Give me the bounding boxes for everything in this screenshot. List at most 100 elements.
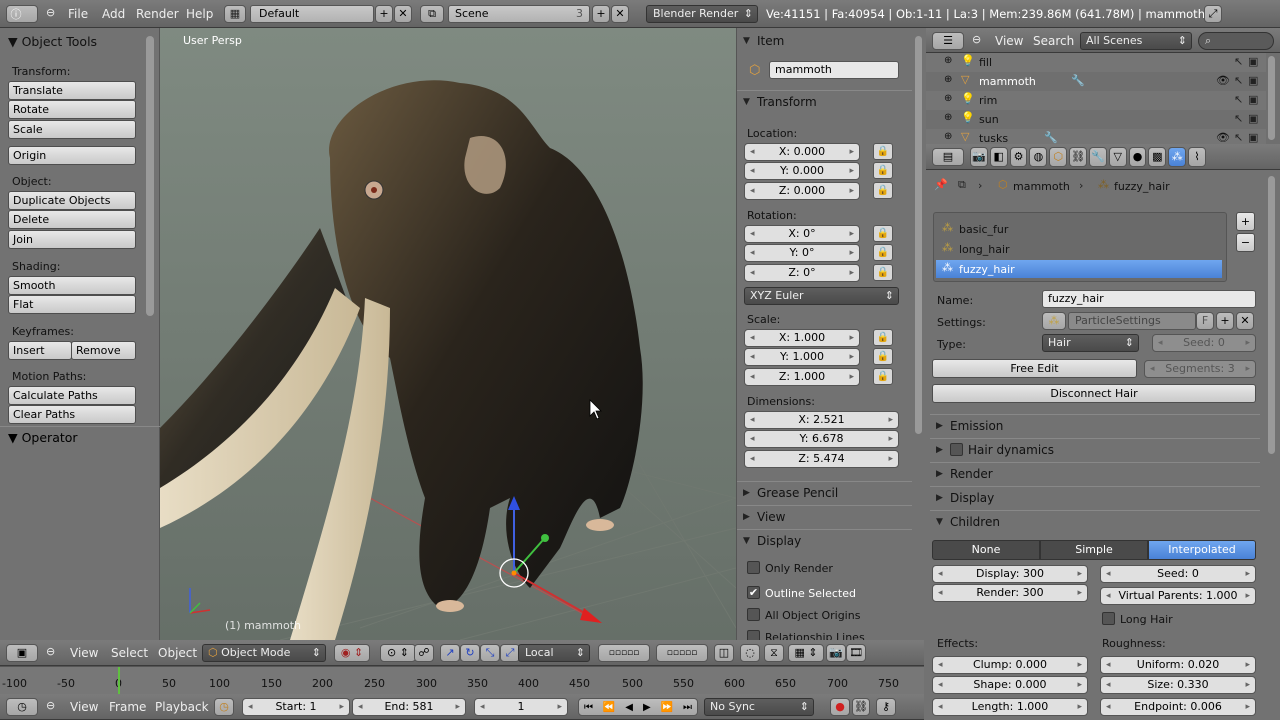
lock-scale-y-icon[interactable]: 🔒 — [873, 348, 893, 365]
editor-type-button[interactable]: ⓘ — [6, 5, 38, 23]
lock-layers-icon[interactable]: ◫ — [714, 644, 734, 662]
view-section-header[interactable]: View — [737, 505, 912, 528]
display-mode-dropdown[interactable]: All Scenes ⇕ — [1080, 32, 1192, 50]
children-none-button[interactable]: None — [932, 540, 1040, 560]
screen-layout-field[interactable]: Default — [250, 5, 374, 23]
origin-button[interactable]: Origin — [8, 146, 136, 165]
visibility-eye-icon[interactable]: 👁 — [1216, 131, 1230, 144]
unlink-settings-button[interactable]: ✕ — [1236, 312, 1254, 330]
select-arrow-icon[interactable]: ↖ — [1234, 74, 1243, 87]
render-camera-icon[interactable]: ▣ — [1248, 55, 1258, 68]
remove-particle-system-button[interactable]: − — [1236, 233, 1255, 252]
n-panel-scrollbar[interactable] — [915, 36, 922, 434]
lock-rotation-x-icon[interactable]: 🔒 — [873, 225, 893, 242]
scene-icon[interactable]: ⧉ — [420, 5, 444, 23]
render-engine-dropdown[interactable]: Blender Render ⇕ — [646, 5, 758, 23]
render-layers-tab-icon[interactable]: ◧ — [989, 147, 1008, 167]
location-y-field[interactable]: Y: 0.000 — [744, 162, 860, 180]
hair-dynamics-section-header[interactable]: Hair dynamics — [930, 438, 1260, 461]
timeline-frame-menu[interactable]: Frame — [109, 700, 146, 714]
rotation-y-field[interactable]: Y: 0° — [744, 244, 860, 262]
world-tab-icon[interactable]: ◍ — [1029, 147, 1048, 167]
size-roughness-field[interactable]: Size: 0.330 — [1100, 676, 1256, 694]
viewport-shading-button[interactable]: ◉ ⇕ — [334, 644, 370, 662]
settings-browse-icon[interactable]: ⁂ — [1042, 312, 1066, 330]
children-interpolated-button[interactable]: Interpolated — [1148, 540, 1256, 560]
translate-manipulator-icon[interactable]: ↗ — [440, 644, 460, 662]
select-arrow-icon[interactable]: ↖ — [1234, 131, 1243, 144]
duplicate-objects-button[interactable]: Duplicate Objects — [8, 191, 136, 210]
children-simple-button[interactable]: Simple — [1040, 540, 1148, 560]
opengl-render-anim-icon[interactable]: 🎞 — [846, 644, 866, 662]
insert-keyframe-icon[interactable]: ⚷ — [876, 698, 896, 716]
dimension-y-field[interactable]: Y: 6.678 — [744, 430, 899, 448]
view3d-view-menu[interactable]: View — [70, 646, 98, 660]
outliner-scrollbar[interactable] — [1268, 56, 1275, 140]
rotation-z-field[interactable]: Z: 0° — [744, 264, 860, 282]
emission-section-header[interactable]: Emission — [930, 414, 1260, 437]
expand-icon[interactable]: ⊕ — [944, 131, 952, 142]
lock-location-z-icon[interactable]: 🔒 — [873, 182, 893, 199]
endpoint-roughness-field[interactable]: Endpoint: 0.006 — [1100, 698, 1256, 716]
scale-y-field[interactable]: Y: 1.000 — [744, 348, 860, 366]
outliner-view-menu[interactable]: View — [995, 34, 1023, 48]
particle-system-item[interactable]: ⁂ basic_fur — [936, 220, 1224, 238]
add-screen-button[interactable]: + — [375, 5, 393, 23]
remove-screen-button[interactable]: ✕ — [394, 5, 412, 23]
flat-button[interactable]: Flat — [8, 295, 136, 314]
select-arrow-icon[interactable]: ↖ — [1234, 112, 1243, 125]
children-seed-field[interactable]: Seed: 0 — [1100, 565, 1256, 583]
current-frame-field[interactable]: 1 — [474, 698, 568, 716]
render-camera-icon[interactable]: ▣ — [1248, 112, 1258, 125]
manipulator-toggle-icon[interactable]: ☍ — [414, 644, 434, 662]
calculate-paths-button[interactable]: Calculate Paths — [8, 386, 136, 405]
menu-help[interactable]: Help — [186, 7, 213, 21]
outline-selected-checkbox[interactable]: ✔ — [747, 586, 760, 599]
lock-scale-x-icon[interactable]: 🔒 — [873, 329, 893, 346]
add-particle-system-button[interactable]: + — [1236, 212, 1255, 231]
virtual-parents-field[interactable]: Virtual Parents: 1.000 — [1100, 587, 1256, 605]
dimension-z-field[interactable]: Z: 5.474 — [744, 450, 899, 468]
expand-icon[interactable]: ⊕ — [944, 55, 952, 66]
seed-field[interactable]: Seed: 0 — [1152, 334, 1256, 352]
outliner-search-field[interactable]: ⌕ — [1198, 32, 1274, 50]
scale-x-field[interactable]: X: 1.000 — [744, 329, 860, 347]
rotate-manipulator-icon[interactable]: ↻ — [460, 644, 480, 662]
outliner-item-name[interactable]: sun — [979, 113, 999, 126]
smooth-button[interactable]: Smooth — [8, 276, 136, 295]
display-section-header[interactable]: Display — [737, 529, 912, 552]
collapse-menu-icon[interactable]: ⊖ — [46, 645, 55, 658]
view3d-editor-type-button[interactable]: ▣ — [6, 644, 38, 662]
clump-field[interactable]: Clump: 0.000 — [932, 656, 1088, 674]
lock-scale-z-icon[interactable]: 🔒 — [873, 368, 893, 385]
jump-end-icon[interactable]: ⏭ — [683, 702, 692, 713]
outliner-row[interactable]: ⊕ 💡 sun ↖ ▣ — [926, 110, 1266, 129]
timeline-ruler[interactable]: -100 -50 0 50 100 150 200 250 300 350 40… — [0, 666, 924, 694]
manipulator-extra-icon[interactable]: ⤢ — [500, 644, 520, 662]
scale-z-field[interactable]: Z: 1.000 — [744, 368, 860, 386]
fake-user-button[interactable]: F — [1196, 312, 1214, 330]
next-keyframe-icon[interactable]: ⏩ — [661, 702, 673, 713]
children-section-header[interactable]: Children — [930, 510, 1260, 533]
keying-set-icon[interactable]: ⛓ — [852, 698, 870, 716]
select-arrow-icon[interactable]: ↖ — [1234, 93, 1243, 106]
proportional-edit-icon[interactable]: ◌ — [740, 644, 760, 662]
viewport-3d[interactable]: User Persp (1) mammoth — [160, 28, 736, 640]
outliner-row[interactable]: ⊕ 💡 fill ↖ ▣ — [926, 53, 1266, 72]
outliner-row[interactable]: ⊕ ▽ mammoth 🔧 👁 ↖ ▣ — [926, 72, 1266, 91]
material-tab-icon[interactable]: ● — [1128, 147, 1147, 167]
settings-datablock-field[interactable]: ParticleSettings — [1068, 312, 1196, 330]
render-camera-icon[interactable]: ▣ — [1248, 131, 1258, 144]
delete-button[interactable]: Delete — [8, 210, 136, 229]
segments-field[interactable]: Segments: 3 — [1144, 360, 1256, 378]
tool-shelf-scrollbar[interactable] — [146, 36, 154, 316]
start-frame-field[interactable]: Start: 1 — [242, 698, 350, 716]
record-icon[interactable]: ● — [830, 698, 850, 716]
clear-paths-button[interactable]: Clear Paths — [8, 405, 136, 424]
timeline-view-menu[interactable]: View — [70, 700, 98, 714]
rotate-button[interactable]: Rotate — [8, 100, 136, 119]
render-camera-icon[interactable]: ▣ — [1248, 74, 1258, 87]
pivot-point-button[interactable]: ⊙ ⇕ — [380, 644, 416, 662]
children-render-field[interactable]: Render: 300 — [932, 584, 1088, 602]
menu-add[interactable]: Add — [102, 7, 125, 21]
